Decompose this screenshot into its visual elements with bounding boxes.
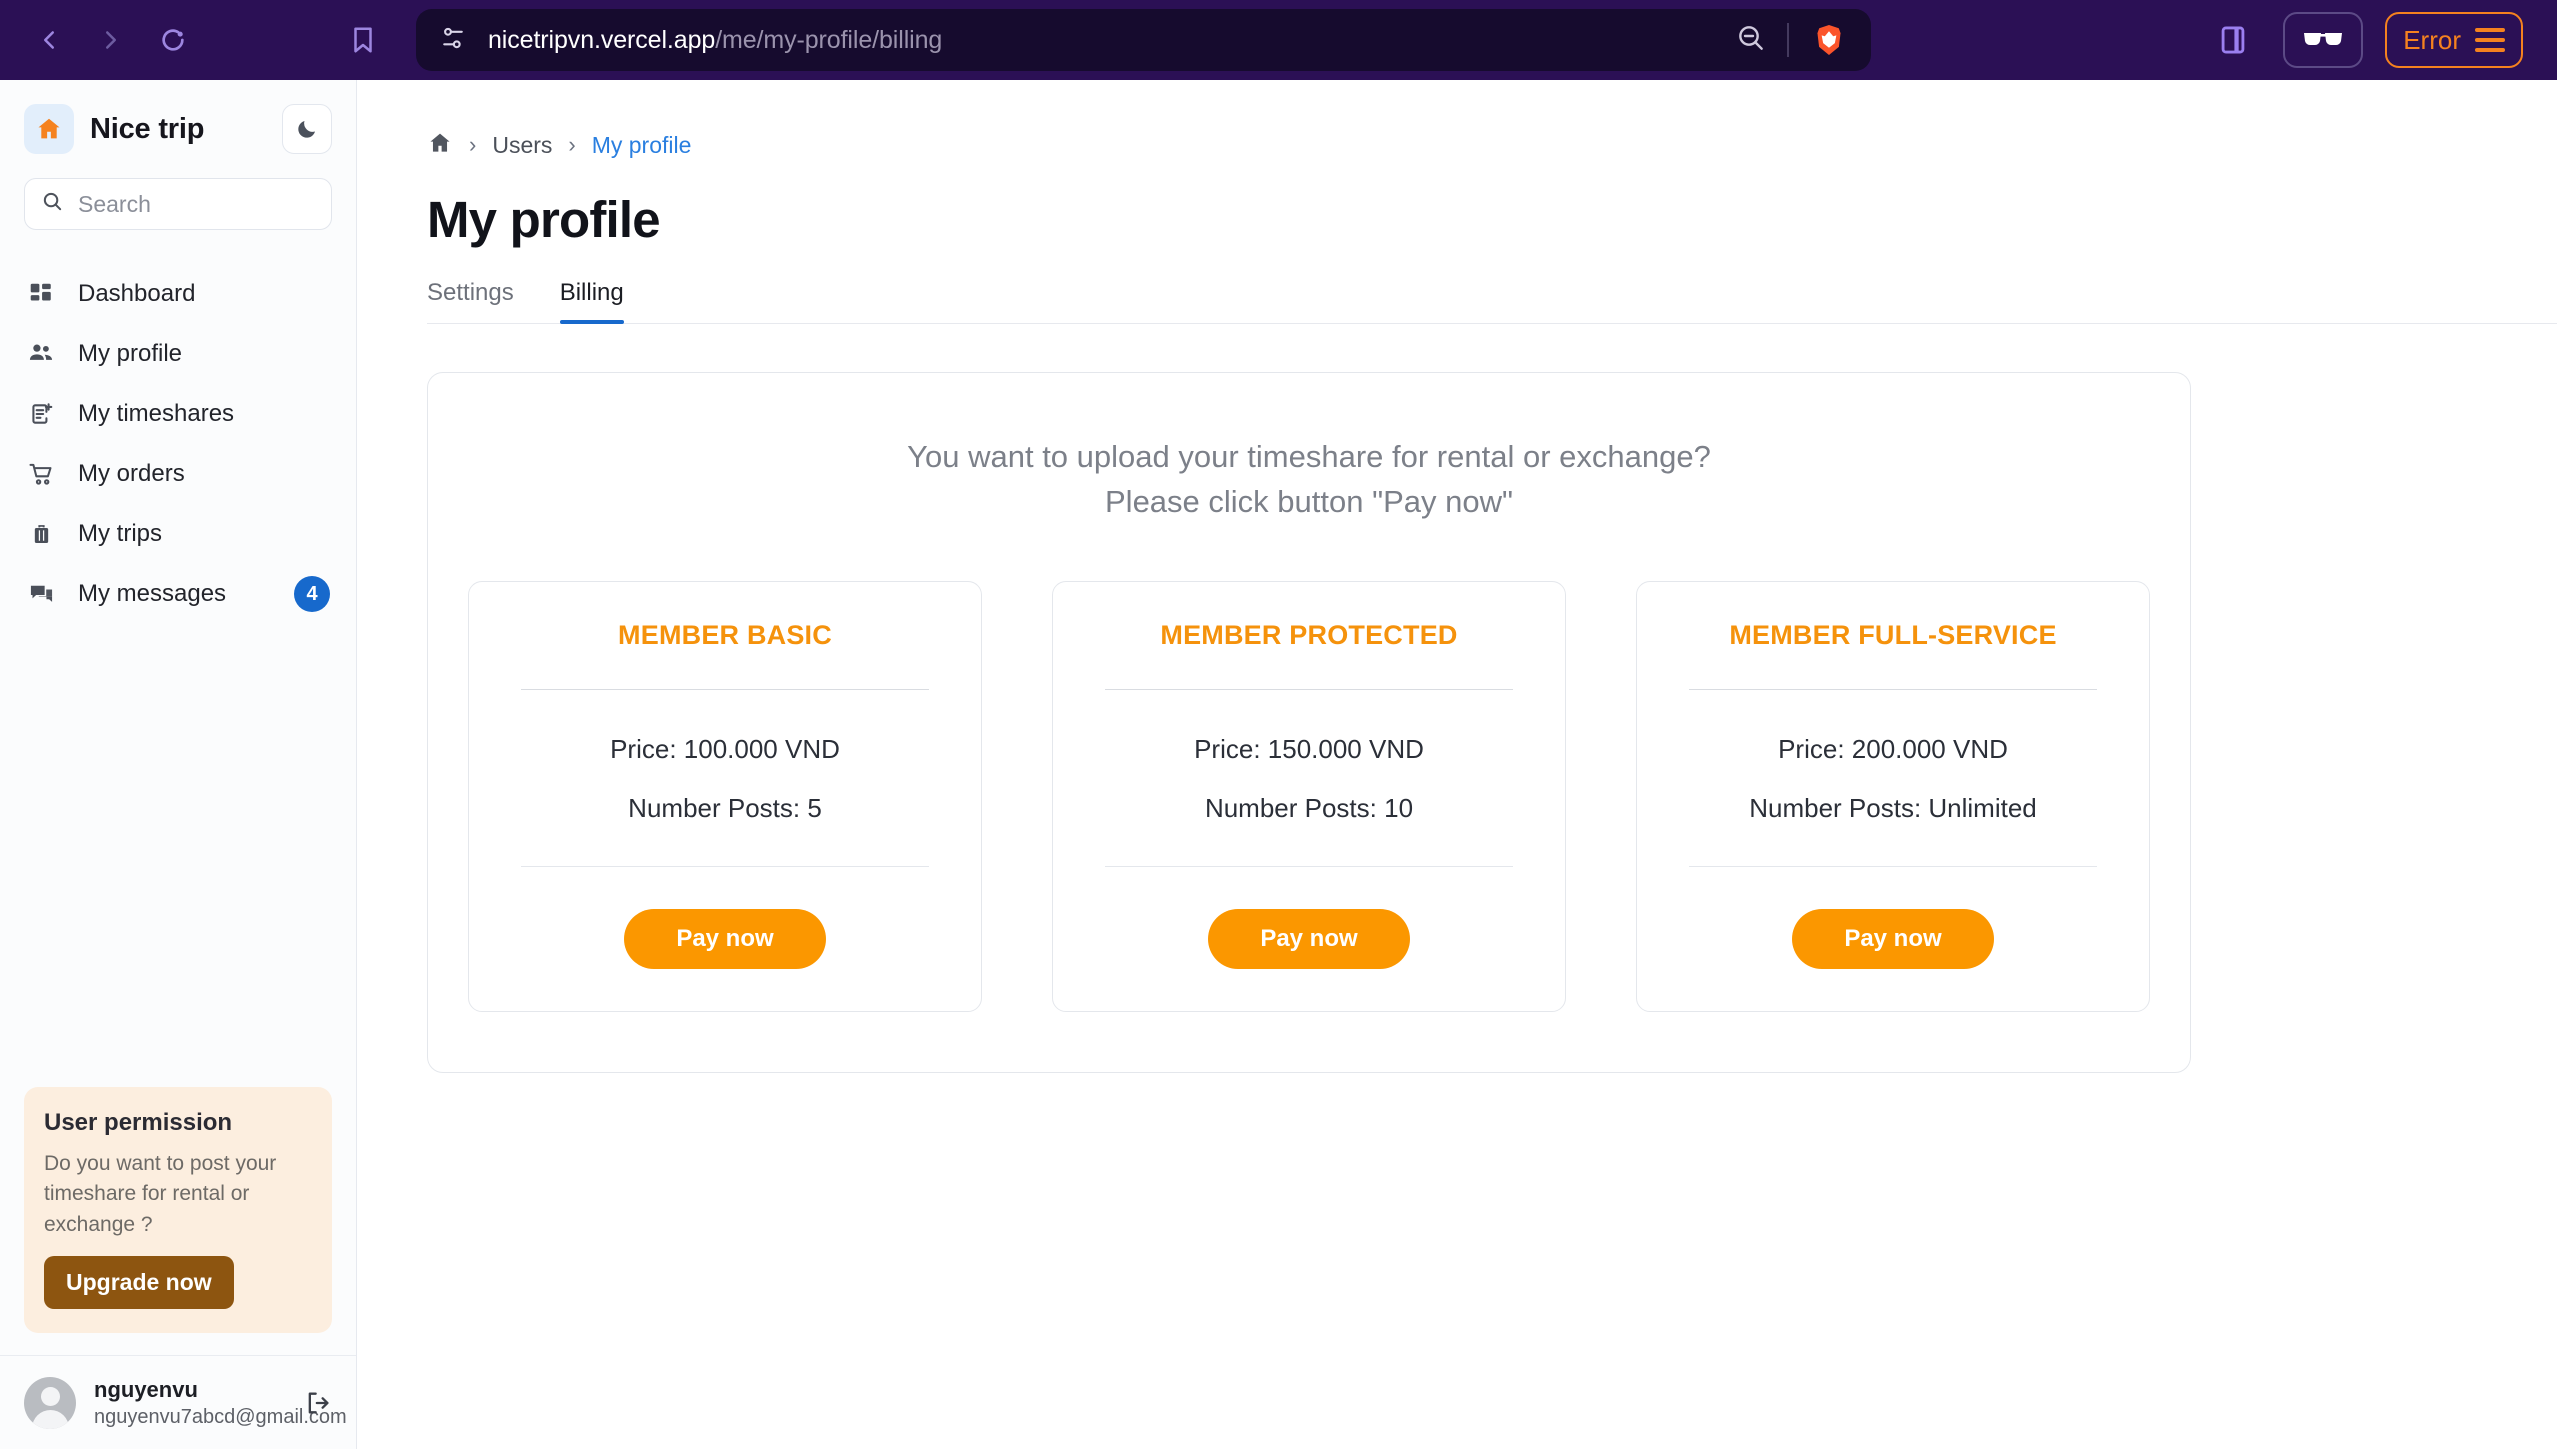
plan-body: Price: 100.000 VND Number Posts: 5 — [610, 690, 840, 866]
breadcrumb-separator: › — [469, 132, 477, 157]
breadcrumb-current: My profile — [591, 131, 692, 158]
toolbar-divider — [1787, 23, 1789, 57]
plan-title: MEMBER PROTECTED — [1160, 619, 1458, 650]
plan-card-full-service: MEMBER FULL-SERVICE Price: 200.000 VND N… — [1636, 580, 2150, 1012]
panel-heading-line2: Please click button "Pay now" — [1105, 483, 1513, 519]
billing-panel: You want to upload your timeshare for re… — [427, 372, 2191, 1073]
brave-shields-icon[interactable] — [1809, 20, 1849, 60]
brand-name: Nice trip — [90, 112, 205, 145]
upgrade-now-button[interactable]: Upgrade now — [44, 1256, 234, 1309]
zoom-out-icon[interactable] — [1735, 22, 1767, 59]
user-account-row[interactable]: nguyenvu nguyenvu7abcd@gmail.com — [0, 1355, 356, 1449]
url-text: nicetripvn.vercel.app/me/my-profile/bill… — [488, 26, 942, 55]
chat-icon — [26, 579, 56, 609]
cart-icon — [26, 459, 56, 489]
document-add-icon — [26, 399, 56, 429]
users-icon — [26, 339, 56, 369]
plan-card-basic: MEMBER BASIC Price: 100.000 VND Number P… — [468, 580, 982, 1012]
pay-now-button[interactable]: Pay now — [1792, 908, 1994, 969]
plan-title: MEMBER FULL-SERVICE — [1729, 619, 2057, 650]
avatar — [24, 1376, 76, 1429]
sidebar-item-label: My profile — [78, 340, 183, 367]
sidebar-item-label: My orders — [78, 460, 185, 487]
search-icon — [41, 190, 64, 218]
sidebar-item-label: My messages — [78, 580, 227, 607]
plan-divider-bottom — [1689, 865, 2097, 867]
permission-description: Do you want to post your timeshare for r… — [44, 1151, 277, 1236]
sidebar-nav: Dashboard My profile My timeshares My or… — [0, 264, 356, 624]
status-badge: 4 — [294, 576, 330, 612]
sidebar-item-label: Dashboard — [78, 280, 196, 307]
user-permission-card: User permission Do you want to post your… — [24, 1086, 332, 1333]
sidebar: Nice trip Search Dashboard My profile My… — [0, 80, 357, 1449]
back-icon[interactable] — [18, 9, 80, 71]
sidebar-item-label: My trips — [78, 520, 162, 547]
user-name: nguyenvu — [94, 1376, 198, 1402]
tab-bar: Settings Billing — [427, 279, 2557, 324]
sidebar-item-dashboard[interactable]: Dashboard — [0, 264, 356, 324]
forward-icon[interactable] — [80, 9, 142, 71]
sidebar-item-my-profile[interactable]: My profile — [0, 324, 356, 384]
plan-body: Price: 150.000 VND Number Posts: 10 — [1194, 690, 1424, 866]
logout-icon[interactable] — [304, 1386, 332, 1420]
panel-heading-line1: You want to upload your timeshare for re… — [907, 439, 1711, 474]
breadcrumb-home-icon[interactable] — [427, 130, 453, 161]
suitcase-icon — [26, 519, 56, 549]
breadcrumb-separator: › — [568, 132, 576, 157]
sidebar-item-label: My timeshares — [78, 400, 235, 427]
sidebar-item-my-timeshares[interactable]: My timeshares — [0, 384, 356, 444]
plan-body: Price: 200.000 VND Number Posts: Unlimit… — [1749, 690, 2037, 866]
browser-toolbar: nicetripvn.vercel.app/me/my-profile/bill… — [0, 0, 2557, 80]
url-path: /me/my-profile/billing — [715, 25, 943, 54]
hamburger-icon[interactable] — [2475, 28, 2505, 52]
plan-title: MEMBER BASIC — [618, 619, 832, 650]
sidebar-item-my-trips[interactable]: My trips — [0, 504, 356, 564]
user-email: nguyenvu7abcd@gmail.com — [94, 1405, 347, 1428]
plan-price: Price: 100.000 VND — [610, 733, 840, 764]
breadcrumb: › Users › My profile — [427, 128, 2557, 162]
plan-divider-bottom — [1105, 865, 1513, 867]
main-content: › Users › My profile My profile Settings… — [357, 80, 2557, 1449]
breadcrumb-users[interactable]: Users — [492, 132, 552, 159]
app-shell: Nice trip Search Dashboard My profile My… — [0, 80, 2557, 1449]
sidebar-item-my-messages[interactable]: My messages 4 — [0, 564, 356, 624]
plan-posts: Number Posts: 5 — [628, 792, 822, 823]
plan-price: Price: 150.000 VND — [1194, 733, 1424, 764]
home-brand-icon[interactable] — [24, 104, 74, 154]
sidebar-toggle-icon[interactable] — [2205, 12, 2261, 68]
dark-mode-toggle-icon[interactable] — [282, 104, 332, 154]
tab-settings[interactable]: Settings — [427, 279, 514, 323]
tab-billing[interactable]: Billing — [559, 279, 624, 324]
plan-posts: Number Posts: Unlimited — [1749, 792, 2037, 823]
search-placeholder: Search — [78, 190, 151, 217]
sidebar-item-my-orders[interactable]: My orders — [0, 444, 356, 504]
address-bar[interactable]: nicetripvn.vercel.app/me/my-profile/bill… — [416, 9, 1871, 71]
plan-list: MEMBER BASIC Price: 100.000 VND Number P… — [468, 580, 2150, 1012]
page-title: My profile — [427, 191, 661, 248]
url-domain: nicetripvn.vercel.app — [488, 25, 716, 54]
reload-icon[interactable] — [142, 9, 204, 71]
brand-row: Nice trip — [0, 80, 356, 154]
search-input[interactable]: Search — [24, 178, 332, 230]
pay-now-button[interactable]: Pay now — [1208, 908, 1410, 969]
plan-posts: Number Posts: 10 — [1204, 792, 1414, 823]
bookmark-icon[interactable] — [332, 9, 394, 71]
site-settings-icon[interactable] — [438, 23, 468, 58]
error-menu-button[interactable]: Error — [2385, 12, 2523, 68]
pay-now-button[interactable]: Pay now — [624, 908, 826, 969]
panel-heading: You want to upload your timeshare for re… — [468, 435, 2150, 525]
plan-divider-bottom — [521, 865, 929, 867]
dashboard-icon — [26, 279, 56, 309]
reader-mode-icon[interactable] — [2283, 12, 2364, 68]
plan-price: Price: 200.000 VND — [1778, 733, 2008, 764]
plan-card-protected: MEMBER PROTECTED Price: 150.000 VND Numb… — [1052, 580, 1566, 1012]
browser-actions: Error — [2205, 12, 2539, 68]
error-label: Error — [2403, 24, 2461, 55]
permission-title: User permission — [44, 1108, 233, 1136]
